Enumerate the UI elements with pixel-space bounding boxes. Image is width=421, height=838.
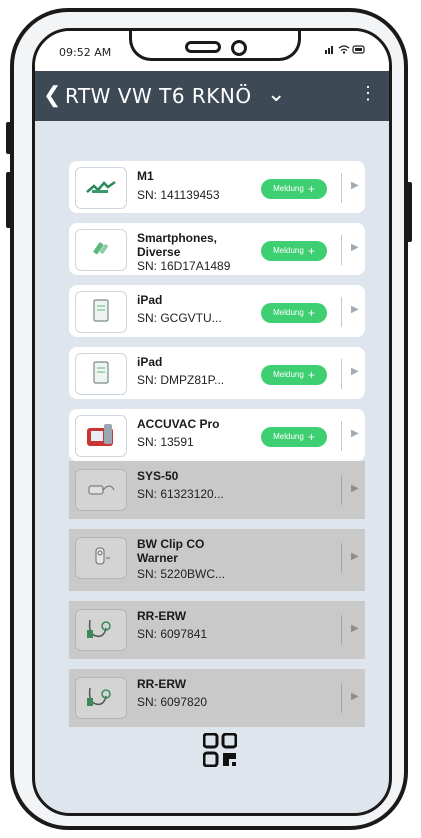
chevron-right-icon[interactable]: ▶ xyxy=(351,428,359,439)
divider xyxy=(341,683,342,713)
meldung-label: Meldung xyxy=(273,246,304,256)
device-serial: SN: GCGVTU... xyxy=(137,311,222,325)
meldung-button[interactable]: Meldung + xyxy=(261,179,327,199)
plus-icon: + xyxy=(307,368,315,382)
device-serial: SN: DMPZ81P... xyxy=(137,373,225,387)
chevron-right-icon[interactable]: ▶ xyxy=(351,180,359,191)
device-name: Smartphones, Diverse xyxy=(137,231,218,259)
monitor-icon xyxy=(75,167,127,209)
device-card[interactable]: Smartphones, Diverse SN: 16D17A1489 Meld… xyxy=(69,223,365,275)
device-serial: SN: 6097841 xyxy=(137,627,208,641)
device-name: SYS-50 xyxy=(137,469,179,483)
divider xyxy=(341,475,342,505)
device-card[interactable]: BW Clip CO Warner SN: 5220BWC... ▶ xyxy=(69,529,365,591)
device-serial: SN: 13591 xyxy=(137,435,194,449)
device-name: ACCUVAC Pro xyxy=(137,417,220,431)
plus-icon: + xyxy=(307,430,315,444)
app-header: ❮ RTW VW T6 RKNÖ ⌄ ⋮ xyxy=(35,71,389,121)
status-icons xyxy=(323,43,367,58)
back-icon[interactable]: ❮ xyxy=(43,82,61,108)
divider xyxy=(341,543,342,573)
vehicle-title[interactable]: RTW VW T6 RKNÖ xyxy=(65,84,252,108)
chevron-right-icon[interactable]: ▶ xyxy=(351,623,359,634)
screen: 09:52 AM ❮ RTW VW T6 RKNÖ ⌄ ⋮ M1 SN: 141… xyxy=(32,28,392,816)
chevron-right-icon[interactable]: ▶ xyxy=(351,551,359,562)
plus-icon: + xyxy=(307,306,315,320)
device-name: iPad xyxy=(137,293,163,307)
device-list: M1 SN: 141139453 Meldung + ▶ Smartphones,… xyxy=(69,161,365,727)
tablet-icon xyxy=(75,353,127,395)
device-card[interactable]: M1 SN: 141139453 Meldung + ▶ xyxy=(69,161,365,213)
tablet-icon xyxy=(75,291,127,333)
chevron-right-icon[interactable]: ▶ xyxy=(351,366,359,377)
chevron-right-icon[interactable]: ▶ xyxy=(351,304,359,315)
divider xyxy=(341,173,342,203)
divider xyxy=(341,615,342,645)
meldung-button[interactable]: Meldung + xyxy=(261,365,327,385)
phone-frame: 09:52 AM ❮ RTW VW T6 RKNÖ ⌄ ⋮ M1 SN: 141… xyxy=(6,8,412,830)
divider xyxy=(341,297,342,327)
device-name: RR-ERW xyxy=(137,609,187,623)
chevron-right-icon[interactable]: ▶ xyxy=(351,691,359,702)
bp-cuff-icon xyxy=(75,677,127,719)
device-serial: SN: 5220BWC... xyxy=(137,567,226,581)
chevron-right-icon[interactable]: ▶ xyxy=(351,483,359,494)
meldung-button[interactable]: Meldung + xyxy=(261,427,327,447)
suction-icon xyxy=(75,415,127,457)
qr-scan-icon[interactable] xyxy=(202,732,238,772)
meter-icon xyxy=(75,469,127,511)
device-serial: SN: 6097820 xyxy=(137,695,208,709)
device-card[interactable]: RR-ERW SN: 6097841 ▶ xyxy=(69,601,365,659)
volume-button xyxy=(6,122,12,154)
camera-icon xyxy=(231,40,247,56)
chevron-down-icon[interactable]: ⌄ xyxy=(267,81,285,107)
divider xyxy=(341,235,342,265)
device-name: M1 xyxy=(137,169,154,183)
device-card[interactable]: iPad SN: DMPZ81P... Meldung + ▶ xyxy=(69,347,365,399)
meldung-button[interactable]: Meldung + xyxy=(261,241,327,261)
device-name: BW Clip CO Warner xyxy=(137,537,205,565)
speaker-icon xyxy=(185,41,221,53)
device-card[interactable]: RR-ERW SN: 6097820 ▶ xyxy=(69,669,365,727)
divider xyxy=(341,421,342,451)
device-name: iPad xyxy=(137,355,163,369)
divider xyxy=(341,359,342,389)
meldung-label: Meldung xyxy=(273,308,304,318)
phones-icon xyxy=(75,229,127,271)
bp-cuff-icon xyxy=(75,609,127,651)
device-name: RR-ERW xyxy=(137,677,187,691)
meldung-button[interactable]: Meldung + xyxy=(261,303,327,323)
device-card[interactable]: iPad SN: GCGVTU... Meldung + ▶ xyxy=(69,285,365,337)
sensor-icon xyxy=(75,537,127,579)
meldung-label: Meldung xyxy=(273,432,304,442)
device-serial: SN: 16D17A1489 xyxy=(137,259,231,273)
status-time: 09:52 AM xyxy=(59,46,112,59)
side-button xyxy=(6,172,12,228)
device-card[interactable]: ACCUVAC Pro SN: 13591 Meldung + ▶ xyxy=(69,409,365,461)
status-bar: 09:52 AM xyxy=(35,31,389,71)
device-serial: SN: 141139453 xyxy=(137,188,220,202)
device-card[interactable]: SYS-50 SN: 61323120... ▶ xyxy=(69,461,365,519)
kebab-icon[interactable]: ⋮ xyxy=(359,83,377,104)
plus-icon: + xyxy=(307,244,315,258)
plus-icon: + xyxy=(307,182,315,196)
device-serial: SN: 61323120... xyxy=(137,487,224,501)
chevron-right-icon[interactable]: ▶ xyxy=(351,242,359,253)
meldung-label: Meldung xyxy=(273,370,304,380)
meldung-label: Meldung xyxy=(273,184,304,194)
power-button xyxy=(406,182,412,242)
